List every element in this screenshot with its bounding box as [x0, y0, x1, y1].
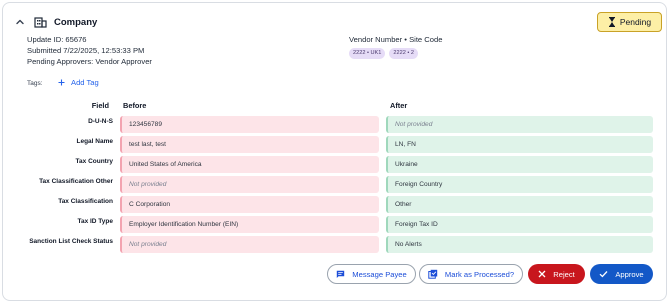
- update-id: Update ID: 65676: [27, 35, 87, 44]
- table-row: Sanction List Check Status Not provided …: [0, 236, 670, 256]
- table-row: Tax Classification C Corporation Other: [0, 196, 670, 216]
- field-label: Tax Country: [75, 158, 113, 165]
- vendor-site-chip: 2222 • 2: [389, 48, 419, 59]
- field-label: D-U-N-S: [88, 118, 113, 125]
- field-label: Sanction List Check Status: [29, 238, 113, 245]
- vendor-site-chips: 2222 • UK1 2222 • 2: [349, 48, 419, 59]
- status-label: Pending: [619, 17, 652, 27]
- status-badge: Pending: [597, 12, 662, 32]
- after-value: Foreign Country: [386, 176, 653, 193]
- approve-label: Approve: [615, 269, 644, 279]
- plus-icon: [58, 79, 65, 86]
- column-header-field: Field: [91, 101, 109, 110]
- before-value: 123456789: [120, 116, 379, 133]
- before-value: C Corporation: [120, 196, 379, 213]
- close-icon: [538, 270, 546, 278]
- table-row: Tax Country United States of America Ukr…: [0, 156, 670, 176]
- before-value: Employer Identification Number (EIN): [120, 216, 379, 233]
- message-payee-button[interactable]: Message Payee: [327, 264, 416, 284]
- table-row: D-U-N-S 123456789 Not provided: [0, 116, 670, 136]
- chevron-up-icon[interactable]: [13, 15, 27, 29]
- vendor-site-chip: 2222 • UK1: [349, 48, 386, 59]
- action-bar: Message Payee Mark as Processed? Reject …: [0, 264, 670, 284]
- field-label: Tax ID Type: [77, 218, 113, 225]
- after-value: Foreign Tax ID: [386, 216, 653, 233]
- card-header: Company: [13, 15, 97, 29]
- table-row: Tax ID Type Employer Identification Numb…: [0, 216, 670, 236]
- add-tag-label: Add Tag: [71, 78, 99, 87]
- column-header-after: After: [390, 101, 408, 110]
- table-row: Tax Classification Other Not provided Fo…: [0, 176, 670, 196]
- chat-icon: [336, 270, 345, 279]
- check-icon: [599, 270, 608, 278]
- before-value: test last, test: [120, 136, 379, 153]
- after-value: Ukraine: [386, 156, 653, 173]
- mark-processed-button[interactable]: Mark as Processed?: [419, 264, 523, 284]
- vendor-site-label: Vendor Number • Site Code: [349, 35, 443, 44]
- message-payee-label: Message Payee: [352, 269, 407, 279]
- stacked-check-icon: [428, 269, 438, 279]
- after-value: Not provided: [386, 116, 653, 133]
- column-header-before: Before: [123, 101, 147, 110]
- before-value: Not provided: [120, 176, 379, 193]
- table-row: Legal Name test last, test LN, FN: [0, 136, 670, 156]
- pending-approvers: Pending Approvers: Vendor Approver: [27, 57, 152, 66]
- reject-label: Reject: [553, 269, 575, 279]
- before-value: United States of America: [120, 156, 379, 173]
- after-value: No Alerts: [386, 236, 653, 253]
- approve-button[interactable]: Approve: [590, 264, 653, 284]
- reject-button[interactable]: Reject: [528, 264, 585, 284]
- page-title: Company: [54, 16, 98, 28]
- field-label: Tax Classification: [58, 198, 113, 205]
- after-value: LN, FN: [386, 136, 653, 153]
- hourglass-icon: [608, 17, 616, 27]
- before-value: Not provided: [120, 236, 379, 253]
- mark-processed-label: Mark as Processed?: [444, 269, 515, 279]
- field-label: Tax Classification Other: [39, 178, 113, 185]
- submitted-timestamp: Submitted 7/22/2025, 12:53:33 PM: [27, 46, 145, 55]
- add-tag-button[interactable]: Add Tag: [58, 78, 99, 87]
- after-value: Other: [386, 196, 653, 213]
- building-icon: [34, 15, 48, 29]
- tags-label: Tags:: [27, 80, 43, 87]
- field-label: Legal Name: [76, 138, 114, 145]
- request-meta: Update ID: 65676 Submitted 7/22/2025, 12…: [27, 34, 152, 67]
